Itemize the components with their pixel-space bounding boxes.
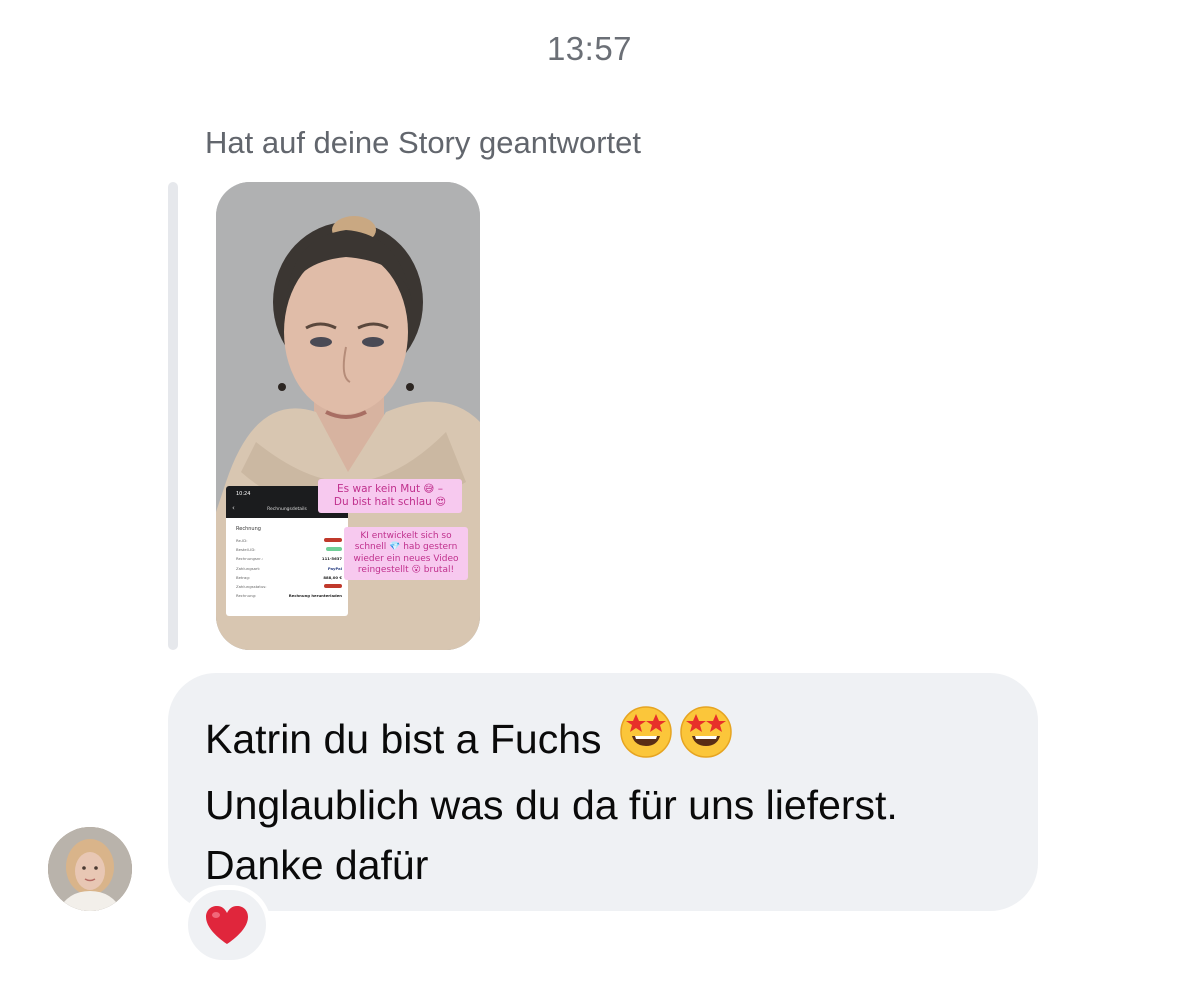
invoice-row: Rechnung: Rechnung herunterladen (236, 593, 342, 599)
message-reaction[interactable] (183, 885, 271, 965)
message-bubble[interactable]: Katrin du bist a Fuchs Unglaublich was d… (168, 673, 1038, 911)
invoice-row: Bestell-ID: (236, 547, 342, 556)
invoice-heading: Rechnung (236, 526, 261, 532)
invoice-row: Zahlungsstatus: (236, 583, 342, 593)
story-text-sticker: KI entwickelt sich so schnell 💎 hab gest… (344, 527, 468, 580)
reply-quote-bar (168, 182, 178, 650)
invoice-row: Rechnungsnr.: 111-5637 (236, 556, 342, 562)
invoice-row: Re-ID: (236, 538, 342, 547)
avatar-photo (48, 827, 132, 911)
red-heart-icon (206, 906, 248, 944)
redaction-mark (324, 583, 342, 588)
message-timestamp: 13:57 (546, 30, 633, 67)
redaction-mark (326, 547, 342, 552)
invoice-row: Betrag: 888,00 € (236, 574, 342, 580)
invoice-clock: 10:24 (236, 491, 251, 497)
story-reply-label: Hat auf deine Story geantwortet (205, 125, 641, 160)
message-text: Katrin du bist a Fuchs (205, 716, 602, 762)
story-text-sticker: Es war kein Mut 😅 – Du bist halt schlau … (318, 479, 462, 514)
message-line: Unglaublich was du da für uns lieferst. (205, 782, 898, 828)
star-struck-emoji-icon (679, 705, 733, 775)
story-thumbnail[interactable]: 10:24 ‹ Rechnungsdetails Rechnung Re-ID:… (216, 182, 480, 650)
message-line: Katrin du bist a Fuchs (205, 705, 1001, 775)
redaction-mark (324, 538, 342, 542)
message-line: Danke dafür (205, 842, 429, 888)
star-struck-emoji-icon (619, 705, 673, 775)
invoice-row: Zahlungsart: PayPal (236, 565, 342, 571)
sender-avatar[interactable] (48, 827, 132, 911)
